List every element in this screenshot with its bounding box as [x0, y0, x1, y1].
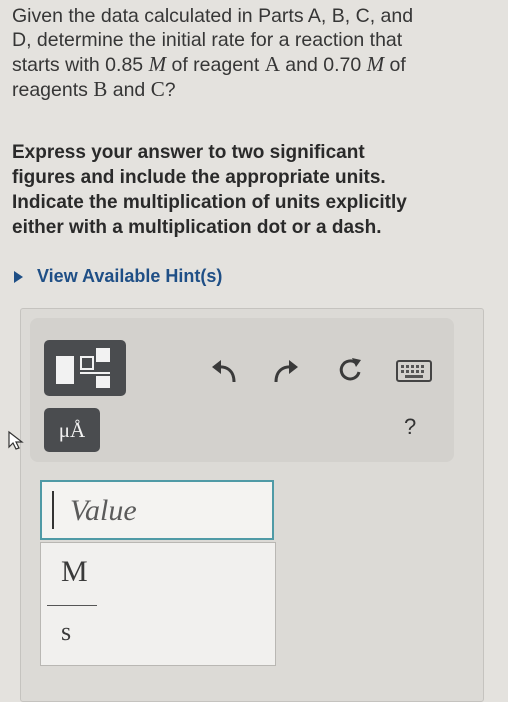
view-hints-link[interactable]: View Available Hint(s): [14, 266, 222, 287]
question-line-1: Given the data calculated in Parts A, B,…: [12, 5, 414, 27]
expand-triangle-icon: [14, 270, 23, 283]
keyboard-icon[interactable]: [396, 360, 432, 382]
units-input[interactable]: M s: [40, 542, 276, 666]
question-line-3: starts with 0.85 M of reagent A and 0.70…: [12, 52, 406, 76]
templates-button[interactable]: [44, 340, 126, 396]
undo-icon[interactable]: [210, 358, 238, 384]
hint-link-label: View Available Hint(s): [37, 266, 223, 286]
unit-fraction-line: [47, 605, 97, 606]
template-subscript-icon: [96, 376, 110, 388]
redo-icon[interactable]: [272, 358, 300, 384]
instruction-line-2: figures and include the appropriate unit…: [12, 167, 386, 188]
instruction-line-4: either with a multiplication dot or a da…: [12, 217, 382, 238]
units-button[interactable]: μÅ: [44, 408, 100, 452]
unit-denominator: s: [61, 617, 72, 646]
mouse-cursor-icon: [8, 430, 24, 450]
value-placeholder: Value: [70, 494, 137, 527]
instruction-line-1: Express your answer to two significant: [12, 142, 365, 163]
instruction-line-3: Indicate the multiplication of units exp…: [12, 192, 407, 213]
help-button[interactable]: ?: [404, 414, 416, 440]
question-text: Given the data calculated in Parts A, B,…: [12, 4, 482, 102]
template-fraction-bar-icon: [80, 372, 110, 374]
template-placeholder-icon: [80, 356, 94, 370]
answer-instructions: Express your answer to two significant f…: [12, 140, 482, 240]
reset-icon[interactable]: [336, 356, 364, 384]
unit-numerator: M: [61, 555, 88, 588]
question-line-2: D, determine the initial rate for a reac…: [12, 29, 403, 51]
template-block-icon: [56, 356, 74, 384]
value-input[interactable]: Value: [40, 480, 274, 540]
template-superscript-icon: [96, 348, 110, 362]
text-caret: [52, 491, 54, 529]
question-line-4: reagents B and C?: [12, 77, 176, 101]
